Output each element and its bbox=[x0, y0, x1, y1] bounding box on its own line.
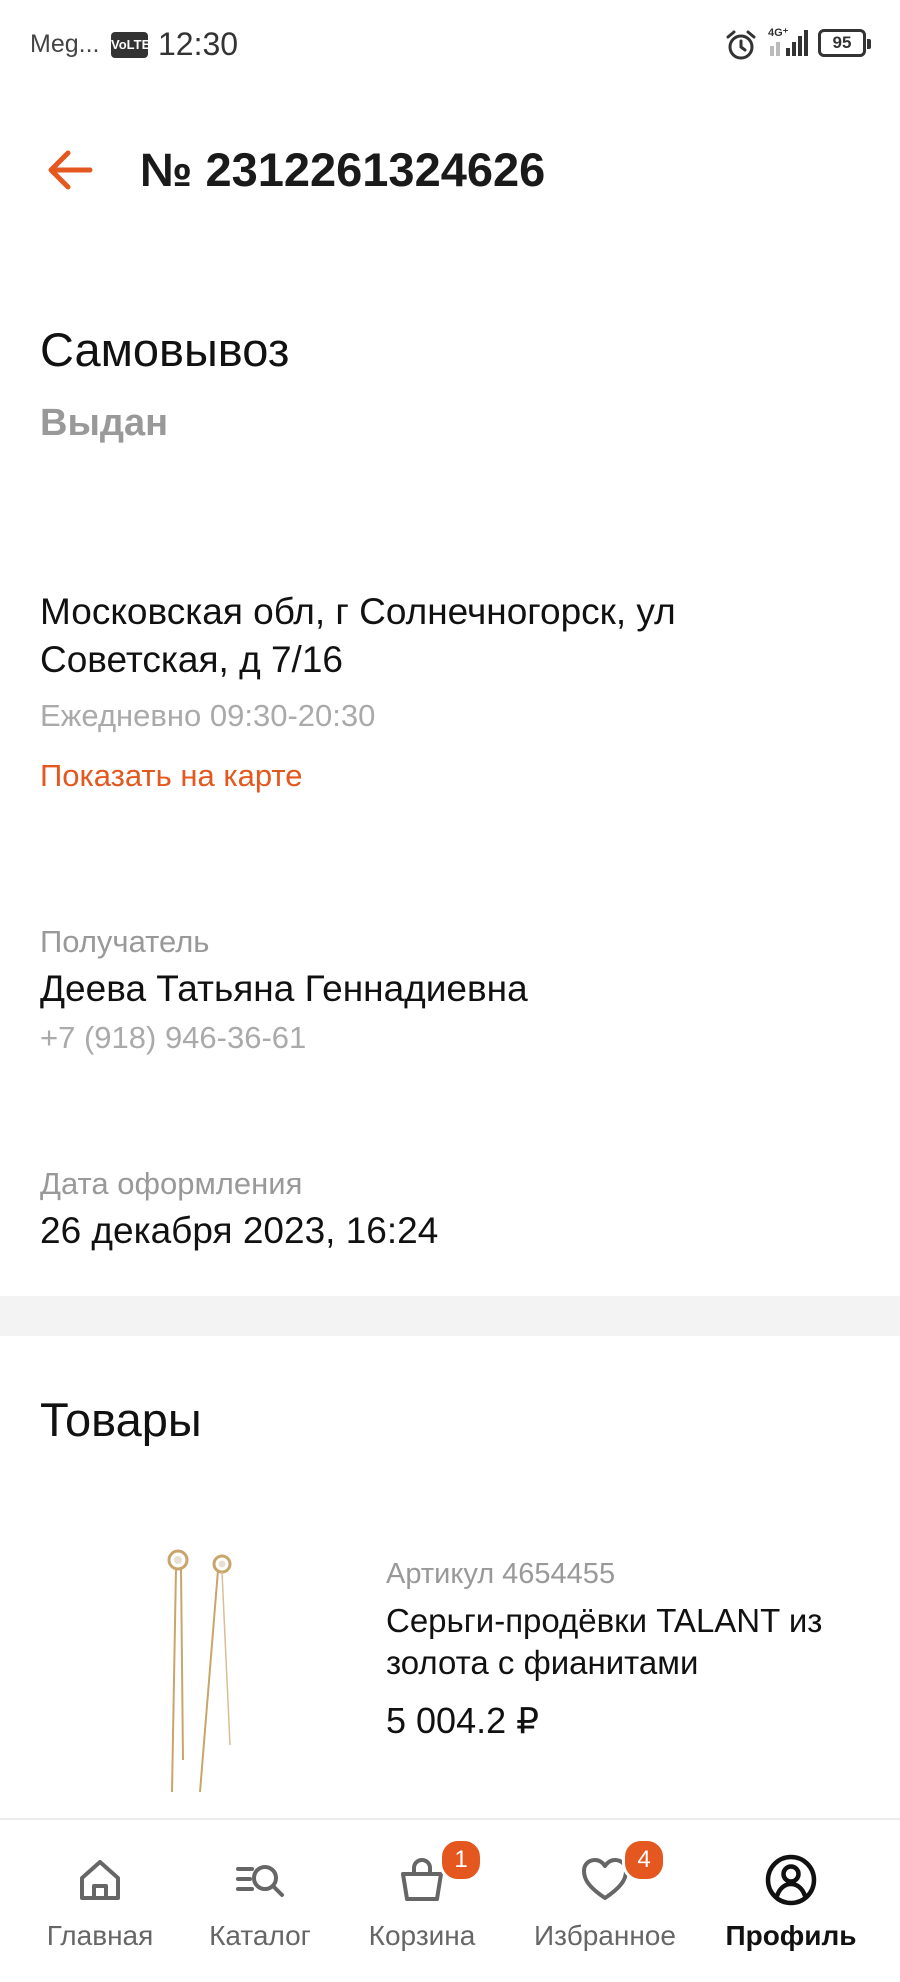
order-date-label: Дата оформления bbox=[40, 1166, 303, 1201]
favorites-badge: 4 bbox=[622, 1838, 666, 1882]
nav-home-label: Главная bbox=[46, 1920, 154, 1951]
clock: 12:30 bbox=[158, 26, 239, 62]
nav-profile-label: Профиль bbox=[725, 1920, 857, 1951]
order-date-value: 26 декабря 2023, 16:24 bbox=[40, 1210, 439, 1251]
profile-icon bbox=[765, 1854, 817, 1906]
nav-favorites-label: Избранное bbox=[534, 1920, 676, 1951]
nav-catalog-label: Каталог bbox=[209, 1920, 311, 1951]
status-bar: Meg... VoLTE 12:30 4G⁺ 95 bbox=[0, 0, 900, 90]
battery-level: 95 bbox=[832, 33, 852, 52]
catalog-search-icon bbox=[236, 1865, 284, 1897]
recipient-label: Получатель bbox=[40, 924, 210, 959]
pickup-address: Московская обл, г Солнечногорск, ул Сове… bbox=[40, 591, 676, 680]
back-button[interactable] bbox=[40, 140, 100, 200]
carrier-name: Meg... bbox=[30, 30, 100, 58]
nav-catalog[interactable]: Каталог bbox=[175, 1820, 345, 1982]
nav-profile[interactable]: Профиль bbox=[706, 1820, 876, 1982]
nav-cart-label: Корзина bbox=[368, 1920, 476, 1951]
product-card[interactable]: Артикул 4654455 Серьги-продёвки TALANT и… bbox=[0, 1530, 900, 1800]
alarm-icon bbox=[726, 30, 756, 60]
section-divider bbox=[0, 1296, 900, 1336]
volte-icon: VoLTE bbox=[111, 32, 150, 58]
product-name: Серьги-продёвки TALANT из золота с фиани… bbox=[386, 1602, 823, 1681]
product-image bbox=[167, 1549, 232, 1793]
network-type: 4G⁺ bbox=[768, 27, 789, 39]
page-title: № 2312261324626 bbox=[140, 143, 546, 196]
order-status: Выдан bbox=[40, 402, 169, 444]
pickup-hours: Ежедневно 09:30-20:30 bbox=[40, 698, 376, 733]
product-price: 5 004.2 ₽ bbox=[386, 1700, 540, 1741]
nav-cart[interactable]: 1 Корзина bbox=[337, 1820, 507, 1982]
recipient-name: Деева Татьяна Геннадиевна bbox=[40, 968, 528, 1009]
product-sku: Артикул 4654455 bbox=[386, 1558, 616, 1590]
delivery-type: Самовывоз bbox=[40, 323, 290, 376]
battery-icon: 95 bbox=[818, 29, 871, 57]
bottom-navigation: Главная Каталог 1 Корзина 4 Избранное Пр… bbox=[0, 1818, 900, 1982]
nav-favorites[interactable]: 4 Избранное bbox=[520, 1820, 690, 1982]
recipient-phone: +7 (918) 946-36-61 bbox=[40, 1020, 307, 1055]
nav-home[interactable]: Главная bbox=[15, 1820, 185, 1982]
cart-badge: 1 bbox=[439, 1838, 483, 1882]
home-icon bbox=[80, 1860, 120, 1900]
arrow-left-icon bbox=[48, 150, 93, 190]
signal-icon: 4G⁺ bbox=[768, 27, 808, 56]
show-on-map-link[interactable]: Показать на карте bbox=[40, 758, 303, 794]
products-heading: Товары bbox=[40, 1393, 202, 1446]
